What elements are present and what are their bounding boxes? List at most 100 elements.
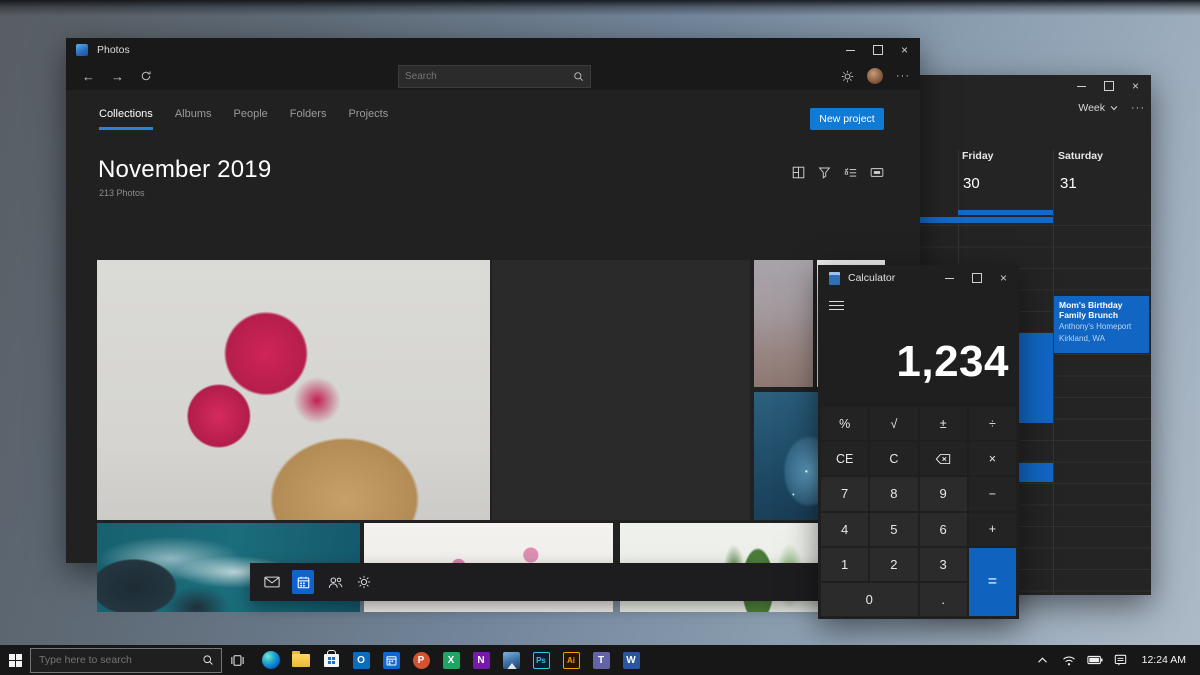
- more-button[interactable]: ···: [896, 70, 910, 82]
- minimize-icon: [1077, 86, 1086, 87]
- action-center-icon: [1114, 654, 1127, 667]
- taskbar-app-calendar[interactable]: [376, 645, 406, 675]
- key-decimal[interactable]: .: [920, 583, 967, 616]
- taskbar-app-photoshop[interactable]: Ps: [526, 645, 556, 675]
- gear-icon: [357, 575, 371, 589]
- key-backspace[interactable]: [920, 442, 967, 475]
- battery-button[interactable]: [1082, 655, 1108, 665]
- taskbar-app-powerpoint[interactable]: P: [406, 645, 436, 675]
- search-input[interactable]: [399, 71, 573, 82]
- start-button[interactable]: [0, 645, 30, 675]
- view-selector[interactable]: Week: [1078, 102, 1118, 114]
- import-button[interactable]: [870, 166, 884, 179]
- all-day-event-bar[interactable]: [958, 210, 1053, 215]
- taskbar-app-teams[interactable]: T: [586, 645, 616, 675]
- filter-icon: [818, 166, 831, 179]
- select-button[interactable]: [844, 166, 857, 179]
- refresh-button[interactable]: [140, 70, 152, 82]
- maximize-button[interactable]: [1095, 75, 1122, 97]
- key-sqrt[interactable]: √: [870, 407, 917, 440]
- hamburger-icon: [829, 301, 844, 303]
- taskbar-search-box[interactable]: [30, 648, 222, 673]
- back-button[interactable]: ←: [82, 69, 95, 84]
- photos-app-icon: [76, 44, 88, 56]
- taskbar-app-file-explorer[interactable]: [286, 645, 316, 675]
- key-plusminus[interactable]: ±: [920, 407, 967, 440]
- event-city: Kirkland, WA: [1059, 334, 1144, 344]
- action-center-button[interactable]: [1108, 654, 1134, 667]
- photo-thumbnail-portrait[interactable]: [492, 260, 750, 520]
- task-view-button[interactable]: [222, 645, 252, 675]
- battery-icon: [1087, 655, 1103, 665]
- photo-thumbnail-red-flowers[interactable]: [97, 260, 490, 520]
- key-8[interactable]: 8: [870, 477, 917, 510]
- key-7[interactable]: 7: [821, 477, 868, 510]
- key-3[interactable]: 3: [920, 548, 967, 581]
- collage-button[interactable]: [792, 166, 805, 179]
- tray-overflow-button[interactable]: [1030, 656, 1056, 664]
- mail-button[interactable]: [264, 576, 280, 588]
- calendar-event-brunch[interactable]: Mom's Birthday Family Brunch Anthony's H…: [1054, 296, 1149, 353]
- key-equals[interactable]: =: [969, 548, 1016, 616]
- menu-button[interactable]: [829, 298, 844, 313]
- photos-search-box[interactable]: [398, 65, 591, 88]
- forward-button[interactable]: →: [111, 69, 124, 84]
- people-icon: [328, 576, 343, 589]
- minimize-button[interactable]: [1068, 75, 1095, 97]
- taskbar-clock[interactable]: 12:24 AM: [1142, 654, 1186, 666]
- key-c[interactable]: C: [870, 442, 917, 475]
- calendar-event-block[interactable]: [1019, 333, 1053, 423]
- key-percent[interactable]: %: [821, 407, 868, 440]
- maximize-button[interactable]: [963, 265, 990, 291]
- close-button[interactable]: ×: [1122, 75, 1149, 97]
- taskbar-app-word[interactable]: W: [616, 645, 646, 675]
- account-avatar[interactable]: [867, 68, 883, 84]
- taskbar-app-illustrator[interactable]: Ai: [556, 645, 586, 675]
- key-4[interactable]: 4: [821, 513, 868, 546]
- calendar-dock-button-active[interactable]: [292, 570, 314, 594]
- calendar-event-block[interactable]: [1019, 463, 1053, 482]
- taskbar-search-input[interactable]: [31, 654, 202, 666]
- more-button[interactable]: ···: [1131, 102, 1145, 114]
- key-minus[interactable]: −: [969, 477, 1016, 510]
- key-multiply[interactable]: ×: [969, 442, 1016, 475]
- key-ce[interactable]: CE: [821, 442, 868, 475]
- photo-thumbnail-mauve-blur[interactable]: [754, 260, 813, 387]
- key-plus[interactable]: +: [969, 513, 1016, 546]
- key-6[interactable]: 6: [920, 513, 967, 546]
- minimize-icon: [846, 50, 855, 51]
- key-9[interactable]: 9: [920, 477, 967, 510]
- people-button[interactable]: [328, 576, 343, 589]
- tab-albums[interactable]: Albums: [175, 108, 212, 130]
- taskbar-app-edge[interactable]: [256, 645, 286, 675]
- taskbar-app-excel[interactable]: X: [436, 645, 466, 675]
- network-button[interactable]: [1056, 655, 1082, 666]
- taskbar-app-photos[interactable]: [496, 645, 526, 675]
- tab-people[interactable]: People: [234, 108, 268, 130]
- maximize-button[interactable]: [864, 38, 891, 62]
- tab-folders[interactable]: Folders: [290, 108, 327, 130]
- floating-dock: [250, 563, 880, 601]
- minimize-button[interactable]: [837, 38, 864, 62]
- close-button[interactable]: ×: [891, 38, 918, 62]
- settings-button[interactable]: [841, 70, 854, 83]
- taskbar-app-outlook[interactable]: O: [346, 645, 376, 675]
- close-button[interactable]: ×: [990, 265, 1017, 291]
- key-2[interactable]: 2: [870, 548, 917, 581]
- tab-projects[interactable]: Projects: [348, 108, 388, 130]
- new-project-button[interactable]: New project: [810, 108, 884, 130]
- taskbar-app-onenote[interactable]: N: [466, 645, 496, 675]
- taskbar-app-store[interactable]: [316, 645, 346, 675]
- key-1[interactable]: 1: [821, 548, 868, 581]
- calculator-titlebar[interactable]: Calculator ×: [818, 265, 1019, 291]
- minimize-button[interactable]: [936, 265, 963, 291]
- filter-button[interactable]: [818, 166, 831, 179]
- settings-dock-button[interactable]: [357, 575, 371, 589]
- photos-titlebar[interactable]: Photos ×: [66, 38, 920, 62]
- key-5[interactable]: 5: [870, 513, 917, 546]
- tab-collections[interactable]: Collections: [99, 108, 153, 130]
- key-divide[interactable]: ÷: [969, 407, 1016, 440]
- all-day-event-bar[interactable]: [920, 217, 1053, 223]
- key-0[interactable]: 0: [821, 583, 918, 616]
- calendar-titlebar[interactable]: ×: [920, 75, 1151, 97]
